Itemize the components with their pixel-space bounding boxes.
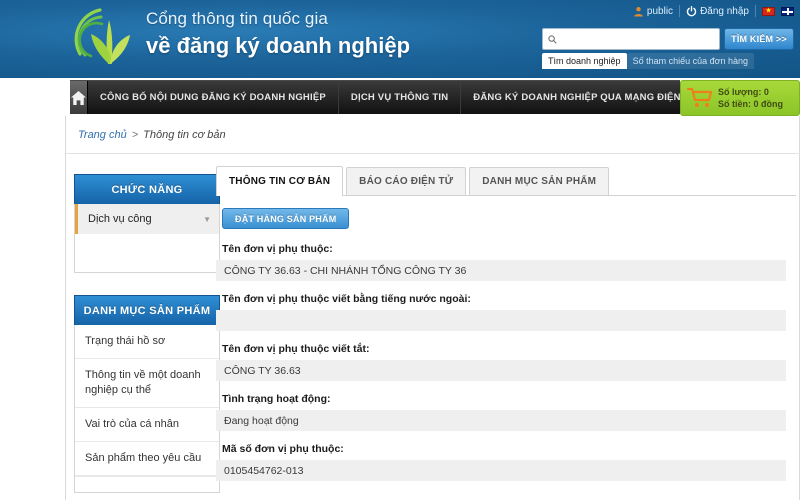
functions-panel-filler bbox=[75, 234, 219, 272]
search-tab-order-ref[interactable]: Số tham chiếu của đơn hàng bbox=[626, 53, 755, 69]
search-tabs: Tìm doanh nghiệp Số tham chiếu của đơn h… bbox=[542, 53, 794, 69]
breadcrumb: Trang chủ > Thông tin cơ bản bbox=[66, 116, 800, 154]
main-nav: CÔNG BỐ NỘI DUNG ĐĂNG KÝ DOANH NGHIỆP DỊ… bbox=[70, 80, 711, 114]
login-link[interactable]: Đăng nhập bbox=[686, 6, 749, 17]
nav-home-button[interactable] bbox=[70, 81, 88, 114]
nav-item-dang-ky-qua-mang[interactable]: ĐĂNG KÝ DOANH NGHIỆP QUA MẠNG ĐIỆN TỬ bbox=[461, 81, 711, 114]
cart-quantity: Số lượng: 0 bbox=[718, 87, 769, 97]
cart-widget[interactable]: Số lượng: 0 Số tiền: 0 đồng bbox=[680, 80, 800, 116]
field-value: CÔNG TY 36.63 bbox=[216, 360, 786, 381]
account-indicator[interactable]: public bbox=[633, 6, 673, 17]
field-ten-don-vi: Tên đơn vị phụ thuộc: CÔNG TY 36.63 - CH… bbox=[216, 243, 796, 281]
uk-flag-icon[interactable] bbox=[781, 6, 794, 16]
order-product-button[interactable]: ĐẶT HÀNG SẢN PHẨM bbox=[222, 208, 350, 229]
search-input[interactable] bbox=[561, 33, 714, 45]
field-ten-nuoc-ngoai: Tên đơn vị phụ thuộc viết bằng tiếng nướ… bbox=[216, 293, 796, 331]
main-content: THÔNG TIN CƠ BẢN BÁO CÁO ĐIỆN TỬ DANH MỤ… bbox=[216, 166, 796, 493]
products-panel-footer bbox=[75, 476, 219, 492]
userbar-divider bbox=[679, 5, 681, 17]
field-value bbox=[216, 310, 786, 331]
search-tab-business[interactable]: Tìm doanh nghiệp bbox=[542, 53, 627, 69]
field-label: Tình trạng hoạt động: bbox=[222, 393, 331, 405]
field-label: Tên đơn vị phụ thuộc viết tắt: bbox=[222, 343, 370, 355]
page-root: Cổng thông tin quốc gia về đăng ký doanh… bbox=[0, 0, 800, 500]
cart-amount: Số tiền: 0 đồng bbox=[718, 99, 783, 109]
field-tinh-trang-hoat-dong: Tình trạng hoạt động: Đang hoạt động bbox=[216, 393, 796, 431]
field-ten-viet-tat: Tên đơn vị phụ thuộc viết tắt: CÔNG TY 3… bbox=[216, 343, 796, 381]
user-bar: public Đăng nhập bbox=[633, 2, 794, 20]
sidebar: CHỨC NĂNG Dịch vụ công ▼ DANH MỤC SẢN PH… bbox=[74, 174, 220, 500]
tab-thong-tin-co-ban[interactable]: THÔNG TIN CƠ BẢN bbox=[216, 166, 344, 196]
content-frame: Trang chủ > Thông tin cơ bản CHỨC NĂNG D… bbox=[65, 116, 800, 500]
functions-panel: CHỨC NĂNG Dịch vụ công ▼ bbox=[74, 174, 220, 273]
nav-item-dich-vu-thong-tin[interactable]: DỊCH VỤ THÔNG TIN bbox=[339, 81, 462, 114]
sidebar-item-thong-tin-doanh-nghiep[interactable]: Thông tin về một doanh nghiệp cụ thể bbox=[75, 359, 219, 408]
functions-panel-title: CHỨC NĂNG bbox=[74, 174, 220, 204]
vietnam-flag-icon[interactable] bbox=[762, 6, 775, 16]
search-icon bbox=[548, 34, 557, 44]
sidebar-item-san-pham-theo-yeu-cau[interactable]: Sản phẩm theo yêu cầu bbox=[75, 442, 219, 476]
site-header: Cổng thông tin quốc gia về đăng ký doanh… bbox=[0, 0, 800, 78]
sidebar-item-vai-tro-ca-nhan[interactable]: Vai trò của cá nhân bbox=[75, 408, 219, 442]
home-icon bbox=[70, 90, 87, 105]
tab-bao-cao-dien-tu[interactable]: BÁO CÁO ĐIỆN TỬ bbox=[346, 167, 467, 195]
sidebar-item-dich-vu-cong[interactable]: Dịch vụ công ▼ bbox=[75, 204, 219, 234]
userbar-divider-2 bbox=[755, 5, 756, 17]
field-label: Mã số đơn vị phụ thuộc: bbox=[222, 443, 344, 455]
field-ma-so-don-vi: Mã số đơn vị phụ thuộc: 0105454762-013 bbox=[216, 443, 796, 481]
brand-line-2: về đăng ký doanh nghiệp bbox=[146, 33, 411, 58]
power-icon bbox=[686, 5, 697, 16]
chevron-down-icon: ▼ bbox=[203, 214, 211, 224]
nav-item-cong-bo[interactable]: CÔNG BỐ NỘI DUNG ĐĂNG KÝ DOANH NGHIỆP bbox=[88, 81, 339, 114]
brand-line-1: Cổng thông tin quốc gia bbox=[146, 9, 328, 28]
shopping-cart-icon bbox=[687, 87, 713, 107]
field-value: 0105454762-013 bbox=[216, 460, 786, 481]
field-label: Tên đơn vị phụ thuộc viết bằng tiếng nướ… bbox=[222, 293, 471, 305]
user-icon bbox=[634, 6, 643, 16]
field-value: Đang hoạt động bbox=[216, 410, 786, 431]
breadcrumb-separator: > bbox=[131, 128, 139, 141]
tab-danh-muc-san-pham[interactable]: DANH MỤC SẢN PHẨM bbox=[469, 167, 610, 195]
account-label: public bbox=[646, 5, 674, 17]
field-value: CÔNG TY 36.63 - CHI NHÁNH TỔNG CÔNG TY 3… bbox=[216, 260, 786, 281]
products-panel: DANH MỤC SẢN PHẨM Trạng thái hồ sơ Thông… bbox=[74, 295, 220, 493]
leaf-logo-icon bbox=[70, 6, 144, 74]
login-label: Đăng nhập bbox=[700, 5, 749, 17]
breadcrumb-current: Thông tin cơ bản bbox=[143, 128, 226, 141]
products-panel-title: DANH MỤC SẢN PHẨM bbox=[74, 295, 220, 325]
field-label: Tên đơn vị phụ thuộc: bbox=[222, 243, 333, 255]
sidebar-item-trang-thai-ho-so[interactable]: Trạng thái hồ sơ bbox=[75, 325, 219, 359]
search-button[interactable]: TÌM KIẾM >> bbox=[724, 28, 794, 50]
brand-title: Cổng thông tin quốc gia về đăng ký doanh… bbox=[146, 8, 410, 60]
search-area: TÌM KIẾM >> Tìm doanh nghiệp Số tham chi… bbox=[542, 28, 794, 69]
content-tabs: THÔNG TIN CƠ BẢN BÁO CÁO ĐIỆN TỬ DANH MỤ… bbox=[216, 166, 796, 196]
search-box[interactable] bbox=[542, 28, 720, 50]
sidebar-item-label: Dịch vụ công bbox=[88, 213, 152, 225]
breadcrumb-home-link[interactable]: Trang chủ bbox=[78, 129, 127, 141]
